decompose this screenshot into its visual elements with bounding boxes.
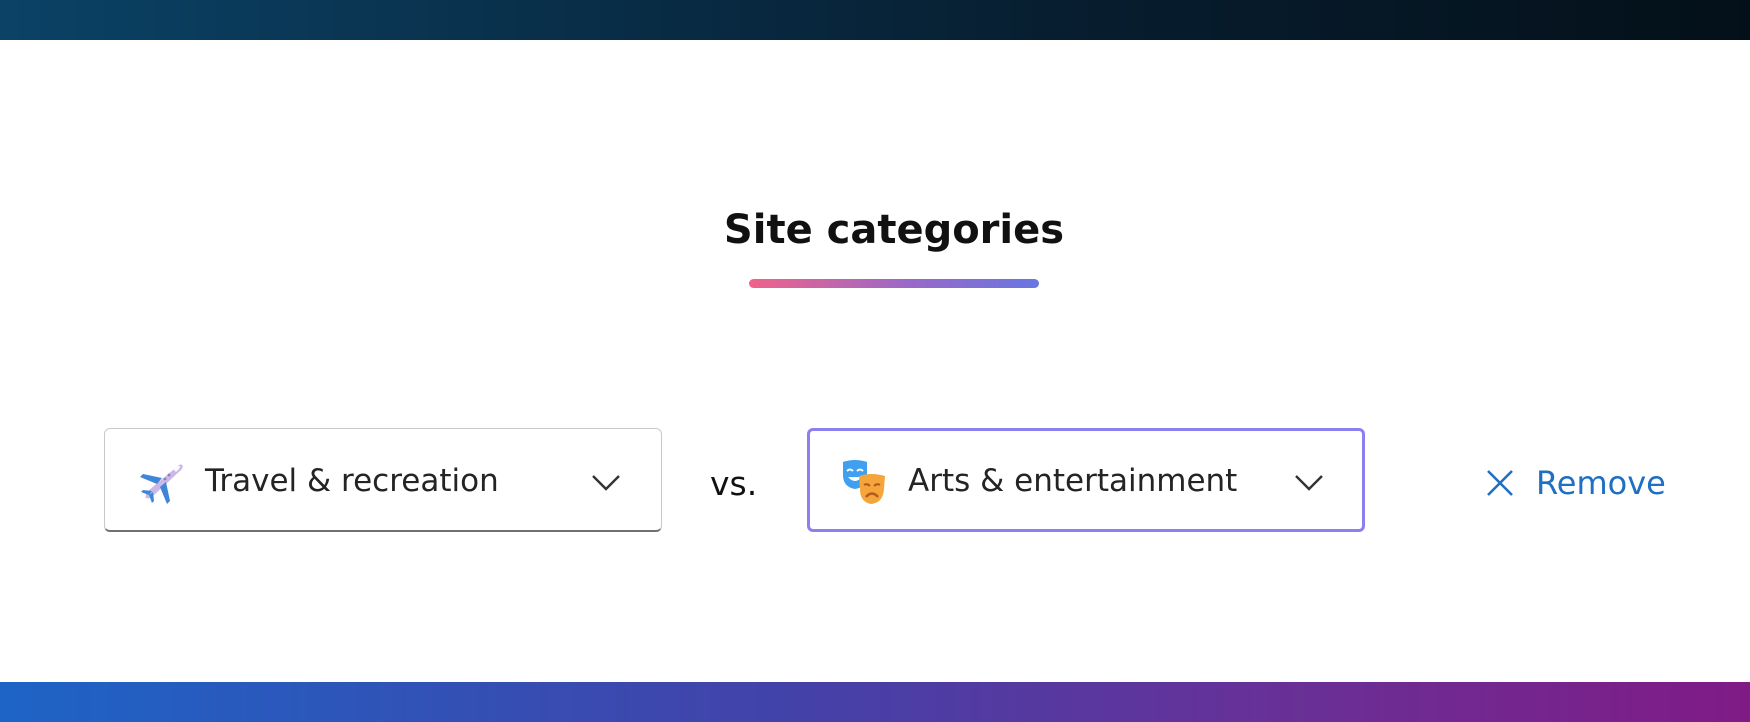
category-dropdown-left[interactable]: Travel & recreation xyxy=(104,428,662,532)
page: Site categories Travel & recreation vs. xyxy=(0,0,1750,722)
category-right-label: Arts & entertainment xyxy=(908,463,1238,499)
category-left-label: Travel & recreation xyxy=(205,463,499,499)
theater-masks-icon xyxy=(843,460,885,504)
top-banner xyxy=(0,0,1750,40)
airplane-icon xyxy=(140,464,183,504)
category-dropdown-right[interactable]: Arts & entertainment xyxy=(807,428,1365,532)
title-underline xyxy=(749,279,1039,288)
vs-separator: vs. xyxy=(710,464,758,503)
chevron-down-icon xyxy=(592,475,620,491)
close-icon xyxy=(1487,470,1513,496)
section-title: Site categories xyxy=(723,207,1065,253)
remove-label: Remove xyxy=(1536,464,1666,502)
remove-button[interactable]: Remove xyxy=(1484,459,1666,507)
bottom-banner xyxy=(0,682,1750,722)
chevron-down-icon xyxy=(1295,475,1323,491)
